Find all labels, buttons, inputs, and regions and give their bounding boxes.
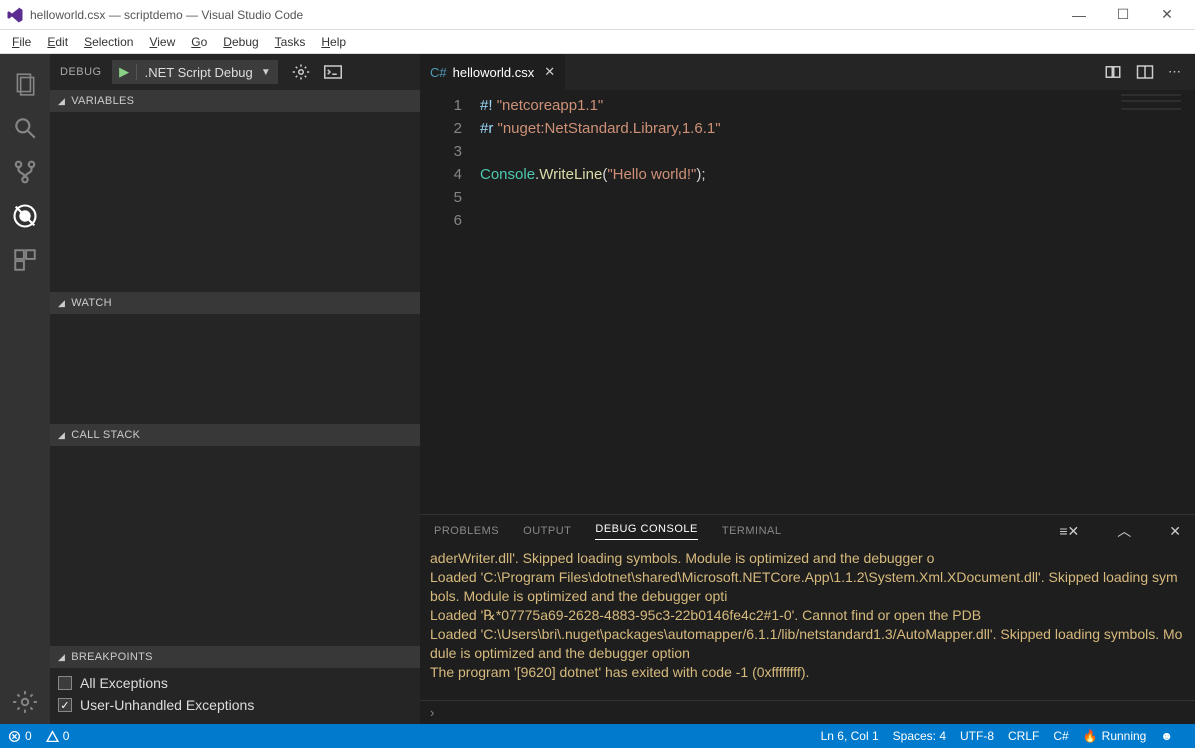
close-panel-icon[interactable]: ✕ [1169, 523, 1181, 540]
explorer-icon[interactable] [9, 68, 41, 100]
tab-helloworld[interactable]: C# helloworld.csx ✕ [420, 54, 565, 90]
breakpoints-body: All Exceptions User-Unhandled Exceptions [50, 668, 420, 720]
minimap[interactable] [1121, 94, 1181, 134]
statusbar: 0 0 Ln 6, Col 1 Spaces: 4 UTF-8 CRLF C# … [0, 724, 1195, 748]
debug-header: DEBUG ▶ .NET Script Debug▼ [50, 54, 420, 90]
debug-config-select[interactable]: ▶ .NET Script Debug▼ [112, 60, 278, 84]
status-warnings[interactable]: 0 [46, 729, 70, 743]
debug-console-output[interactable]: aderWriter.dll'. Skipped loading symbols… [420, 547, 1195, 700]
debug-config-name[interactable]: .NET Script Debug▼ [137, 65, 277, 80]
status-encoding[interactable]: UTF-8 [960, 729, 994, 743]
status-running[interactable]: 🔥 Running [1083, 729, 1147, 743]
close-button[interactable]: ✕ [1145, 6, 1189, 23]
csharp-file-icon: C# [430, 65, 447, 80]
breakpoint-row[interactable]: User-Unhandled Exceptions [58, 694, 412, 716]
checkbox[interactable] [58, 676, 72, 690]
extensions-icon[interactable] [9, 244, 41, 276]
menu-selection[interactable]: Selection [76, 33, 141, 51]
tab-problems[interactable]: PROBLEMS [434, 525, 499, 537]
search-icon[interactable] [9, 112, 41, 144]
close-tab-icon[interactable]: ✕ [544, 64, 555, 80]
window-title: helloworld.csx — scriptdemo — Visual Stu… [30, 8, 1057, 22]
status-spaces[interactable]: Spaces: 4 [893, 729, 946, 743]
titlebar: helloworld.csx — scriptdemo — Visual Stu… [0, 0, 1195, 30]
menu-view[interactable]: View [141, 33, 183, 51]
menu-go[interactable]: Go [183, 33, 215, 51]
maximize-button[interactable]: ☐ [1101, 6, 1145, 23]
code-editor[interactable]: 123456 #! "netcoreapp1.1"#r "nuget:NetSt… [420, 90, 1195, 514]
checkbox[interactable] [58, 698, 72, 712]
status-errors[interactable]: 0 [8, 729, 32, 743]
menu-debug[interactable]: Debug [215, 33, 266, 51]
status-feedback-icon[interactable]: ☻ [1160, 729, 1173, 743]
more-icon[interactable]: ⋯ [1168, 64, 1181, 80]
debug-console-icon[interactable] [324, 65, 342, 79]
watch-body [50, 314, 420, 424]
debug-console-input[interactable]: › [420, 700, 1195, 724]
tab-terminal[interactable]: TERMINAL [722, 525, 782, 537]
breakpoints-header[interactable]: ◢BREAKPOINTS [50, 646, 420, 668]
menu-edit[interactable]: Edit [39, 33, 76, 51]
clear-icon[interactable]: ≡✕ [1059, 523, 1079, 540]
menu-file[interactable]: File [4, 33, 39, 51]
status-lncol[interactable]: Ln 6, Col 1 [821, 729, 879, 743]
code-content[interactable]: #! "netcoreapp1.1"#r "nuget:NetStandard.… [480, 90, 1195, 514]
variables-body [50, 112, 420, 292]
split-editor-icon[interactable] [1136, 63, 1154, 81]
tab-output[interactable]: OUTPUT [523, 525, 571, 537]
compare-icon[interactable] [1104, 63, 1122, 81]
menu-tasks[interactable]: Tasks [267, 33, 314, 51]
breakpoint-row[interactable]: All Exceptions [58, 672, 412, 694]
settings-icon[interactable] [9, 686, 41, 718]
callstack-body [50, 446, 420, 646]
panel-tabs: PROBLEMS OUTPUT DEBUG CONSOLE TERMINAL ≡… [420, 515, 1195, 547]
status-lang[interactable]: C# [1053, 729, 1068, 743]
status-eol[interactable]: CRLF [1008, 729, 1039, 743]
debug-sidebar: DEBUG ▶ .NET Script Debug▼ ◢VARIABLES ◢W… [50, 54, 420, 724]
watch-header[interactable]: ◢WATCH [50, 292, 420, 314]
menubar: File Edit Selection View Go Debug Tasks … [0, 30, 1195, 54]
start-debug-icon[interactable]: ▶ [113, 64, 137, 80]
collapse-icon[interactable]: ︿ [1117, 521, 1131, 541]
tab-bar: C# helloworld.csx ✕ ⋯ [420, 54, 1195, 90]
gutter: 123456 [420, 90, 480, 514]
debug-settings-icon[interactable] [292, 63, 310, 81]
vs-logo-icon [6, 6, 24, 24]
panel: PROBLEMS OUTPUT DEBUG CONSOLE TERMINAL ≡… [420, 514, 1195, 724]
debug-label: DEBUG [60, 66, 102, 78]
activity-bar [0, 54, 50, 724]
minimize-button[interactable]: — [1057, 7, 1101, 23]
menu-help[interactable]: Help [313, 33, 354, 51]
scm-icon[interactable] [9, 156, 41, 188]
callstack-header[interactable]: ◢CALL STACK [50, 424, 420, 446]
tab-debug-console[interactable]: DEBUG CONSOLE [595, 523, 697, 540]
editor-area: C# helloworld.csx ✕ ⋯ 123456 #! "netcore… [420, 54, 1195, 724]
variables-header[interactable]: ◢VARIABLES [50, 90, 420, 112]
tab-label: helloworld.csx [453, 65, 535, 80]
debug-icon[interactable] [9, 200, 41, 232]
